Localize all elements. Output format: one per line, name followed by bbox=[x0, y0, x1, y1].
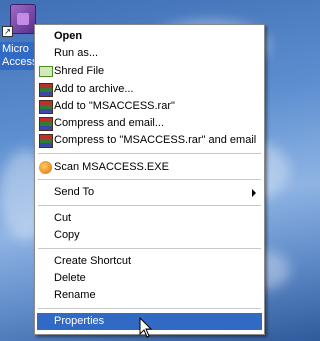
context-menu: Open Run as... Shred File Add to archive… bbox=[34, 24, 265, 335]
menu-item-label: Add to "MSACCESS.rar" bbox=[54, 100, 175, 112]
menu-item-label: Copy bbox=[54, 229, 80, 241]
menu-item-compress-to-rar-and-email[interactable]: Compress to "MSACCESS.rar" and email bbox=[37, 132, 262, 149]
menu-item-send-to[interactable]: Send To bbox=[37, 184, 262, 201]
menu-item-cut[interactable]: Cut bbox=[37, 210, 262, 227]
menu-item-label: Properties bbox=[54, 315, 105, 327]
menu-separator bbox=[38, 308, 261, 309]
menu-item-label: Cut bbox=[54, 212, 72, 224]
menu-separator bbox=[38, 248, 261, 249]
desktop-icon-label-line1: Micro bbox=[2, 43, 29, 55]
menu-item-copy[interactable]: Copy bbox=[37, 227, 262, 244]
desktop-icon-label: Micro Access bbox=[0, 42, 38, 70]
menu-item-rename[interactable]: Rename bbox=[37, 287, 262, 304]
menu-item-label: Compress to "MSACCESS.rar" and email bbox=[54, 134, 257, 146]
menu-item-scan[interactable]: Scan MSACCESS.EXE bbox=[37, 159, 262, 176]
winrar-icon bbox=[39, 83, 53, 97]
menu-item-label: Delete bbox=[54, 272, 86, 284]
menu-item-add-to-rar[interactable]: Add to "MSACCESS.rar" bbox=[37, 98, 262, 115]
submenu-arrow-icon bbox=[252, 189, 256, 197]
menu-item-run-as[interactable]: Run as... bbox=[37, 45, 262, 62]
mouse-pointer-icon bbox=[139, 317, 153, 338]
menu-separator bbox=[38, 205, 261, 206]
menu-item-label: Open bbox=[54, 30, 83, 42]
menu-item-label: Rename bbox=[54, 289, 96, 301]
menu-separator bbox=[38, 179, 261, 180]
menu-item-label: Create Shortcut bbox=[54, 255, 132, 267]
shortcut-arrow-icon: ↗ bbox=[2, 26, 13, 37]
winrar-icon bbox=[39, 100, 53, 114]
menu-item-delete[interactable]: Delete bbox=[37, 270, 262, 287]
menu-item-compress-and-email[interactable]: Compress and email... bbox=[37, 115, 262, 132]
desktop-icon-label-line2: Access bbox=[2, 56, 38, 68]
winrar-icon bbox=[39, 117, 53, 131]
menu-item-label: Add to archive... bbox=[54, 83, 134, 95]
menu-item-label: Send To bbox=[54, 186, 95, 198]
menu-item-open[interactable]: Open bbox=[37, 28, 262, 45]
menu-item-label: Scan MSACCESS.EXE bbox=[54, 161, 169, 173]
menu-item-label: Run as... bbox=[54, 47, 99, 59]
winrar-icon bbox=[39, 134, 53, 148]
menu-item-label: Shred File bbox=[54, 65, 105, 77]
shredder-icon bbox=[39, 66, 53, 77]
antivirus-scan-icon bbox=[39, 161, 52, 174]
menu-item-shred-file[interactable]: Shred File bbox=[37, 63, 262, 80]
msaccess-icon bbox=[10, 4, 36, 34]
menu-item-create-shortcut[interactable]: Create Shortcut bbox=[37, 253, 262, 270]
menu-item-add-to-archive[interactable]: Add to archive... bbox=[37, 81, 262, 98]
desktop-shortcut-msaccess[interactable]: ↗ Micro Access bbox=[0, 0, 38, 70]
menu-item-label: Compress and email... bbox=[54, 117, 165, 129]
menu-separator bbox=[38, 153, 261, 154]
